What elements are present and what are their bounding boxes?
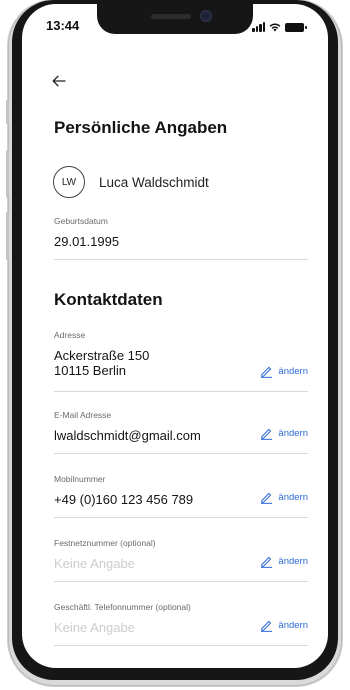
phone-volume-down-button — [6, 212, 9, 260]
contact-heading: Kontaktdaten — [54, 290, 163, 309]
signal-icon — [252, 22, 265, 32]
edit-business-phone-button[interactable]: ändern — [260, 619, 308, 632]
edit-mobile-label: ändern — [278, 492, 308, 503]
mobile-field: Mobilnummer +49 (0)160 123 456 789 änder… — [54, 474, 308, 518]
pencil-icon — [261, 428, 273, 440]
birthdate-value: 29.01.1995 — [54, 234, 120, 249]
birthdate-field: Geburtsdatum 29.01.1995 — [54, 216, 308, 260]
phone-screen: 13:44 Persönliche Angaben LW Luca Waldsc… — [22, 4, 328, 668]
battery-icon — [285, 23, 307, 32]
phone-side-button — [6, 100, 9, 124]
landline-label: Festnetznummer (optional) — [54, 538, 156, 548]
address-label: Adresse — [54, 330, 86, 340]
avatar: LW — [53, 166, 85, 198]
email-label: E-Mail Adresse — [54, 410, 112, 420]
pencil-icon — [261, 556, 273, 568]
arrow-left-icon — [52, 75, 66, 87]
edit-email-label: ändern — [278, 428, 308, 439]
edit-landline-label: ändern — [278, 556, 308, 567]
address-line1: Ackerstraße 150 — [54, 348, 150, 363]
birthdate-label: Geburtsdatum — [54, 216, 108, 226]
phone-volume-up-button — [6, 150, 9, 198]
avatar-initials: LW — [61, 176, 77, 188]
business-phone-field: Geschäftl. Telefonnummer (optional) Kein… — [54, 602, 308, 646]
edit-business-phone-label: ändern — [278, 620, 308, 631]
mobile-label: Mobilnummer — [54, 474, 106, 484]
pencil-icon — [261, 492, 273, 504]
wifi-icon — [269, 23, 281, 32]
edit-landline-button[interactable]: ändern — [260, 555, 308, 568]
pencil-icon — [261, 366, 273, 378]
user-name: Luca Waldschmidt — [99, 175, 209, 190]
pencil-icon — [261, 620, 273, 632]
personal-info-heading: Persönliche Angaben — [54, 118, 228, 137]
email-field: E-Mail Adresse lwaldschmidt@gmail.com än… — [54, 410, 308, 454]
status-time: 13:44 — [46, 18, 80, 33]
edit-mobile-button[interactable]: ändern — [260, 491, 308, 504]
landline-field: Festnetznummer (optional) Keine Angabe ä… — [54, 538, 308, 582]
status-icons — [252, 22, 307, 32]
address-field: Adresse Ackerstraße 150 10115 Berlin änd… — [54, 330, 308, 392]
business-phone-label: Geschäftl. Telefonnummer (optional) — [54, 602, 191, 612]
edit-address-label: ändern — [278, 366, 308, 377]
status-bar: 13:44 — [22, 18, 328, 38]
edit-email-button[interactable]: ändern — [260, 427, 308, 440]
edit-address-button[interactable]: ändern — [260, 365, 308, 378]
back-button[interactable] — [52, 74, 66, 88]
